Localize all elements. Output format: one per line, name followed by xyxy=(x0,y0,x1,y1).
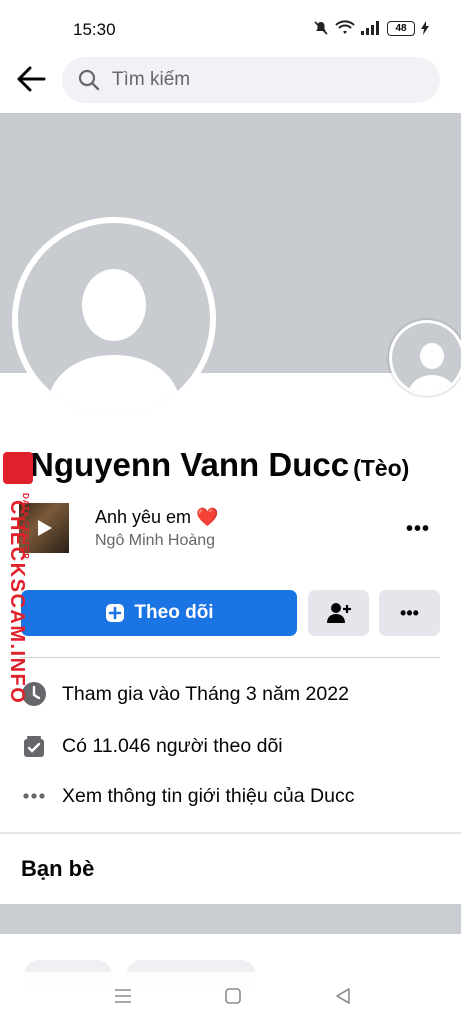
info-joined: Tham gia vào Tháng 3 năm 2022 xyxy=(20,680,349,708)
default-avatar-icon xyxy=(408,343,456,393)
arrow-left-icon xyxy=(17,66,46,92)
home-icon xyxy=(225,988,241,1004)
secondary-avatar[interactable] xyxy=(389,320,461,396)
system-nav-bar xyxy=(0,972,461,1024)
song-title[interactable]: Anh yêu em ❤️ xyxy=(95,507,218,528)
song-artist: Ngô Minh Hoàng xyxy=(95,532,216,549)
more-options-button[interactable]: ••• xyxy=(379,590,440,636)
friends-section-title: Bạn bè xyxy=(21,856,95,881)
followers-text[interactable]: Có 11.046 người theo dõi xyxy=(62,735,283,758)
add-friend-icon xyxy=(326,603,351,623)
default-avatar-icon xyxy=(48,269,180,415)
about-link[interactable]: Xem thông tin giới thiệu của Ducc xyxy=(62,785,354,808)
wifi-icon xyxy=(335,20,355,34)
info-about[interactable]: Xem thông tin giới thiệu của Ducc xyxy=(20,782,354,810)
status-time: 15:30 xyxy=(73,20,116,39)
signal-icon xyxy=(361,21,379,35)
play-icon xyxy=(38,520,52,536)
battery-indicator: 48 xyxy=(387,20,415,36)
add-friend-button[interactable] xyxy=(308,590,369,636)
search-input[interactable] xyxy=(110,68,414,92)
joined-text: Tham gia vào Tháng 3 năm 2022 xyxy=(62,682,349,705)
status-icons: 48 xyxy=(313,20,429,36)
profile-name: Nguyenn Vann Ducc xyxy=(30,446,350,483)
music-more-button[interactable]: ••• xyxy=(406,518,430,541)
followers-icon xyxy=(24,736,44,757)
profile-avatar[interactable] xyxy=(12,217,216,421)
ellipsis-icon xyxy=(23,793,45,799)
mute-bell-icon xyxy=(314,21,328,35)
search-bar[interactable] xyxy=(62,57,440,103)
profile-name-row: Nguyenn Vann Ducc (Tèo) xyxy=(30,446,409,484)
watermark-text: CHECKSCAM.INFO xyxy=(6,500,28,705)
follow-button[interactable]: Theo dõi xyxy=(21,590,297,636)
section-separator xyxy=(0,832,461,834)
back-button[interactable] xyxy=(14,62,48,96)
info-followers[interactable]: Có 11.046 người theo dõi xyxy=(20,732,283,760)
follow-label: Theo dõi xyxy=(134,602,214,623)
charging-icon xyxy=(421,21,429,35)
watermark-logo xyxy=(3,452,33,484)
divider xyxy=(20,657,440,658)
menu-icon xyxy=(115,989,131,1003)
search-icon xyxy=(78,69,100,91)
profile-nickname: (Tèo) xyxy=(353,455,410,481)
section-band xyxy=(0,904,461,934)
back-triangle-icon xyxy=(336,988,350,1004)
follow-plus-icon xyxy=(106,604,125,622)
